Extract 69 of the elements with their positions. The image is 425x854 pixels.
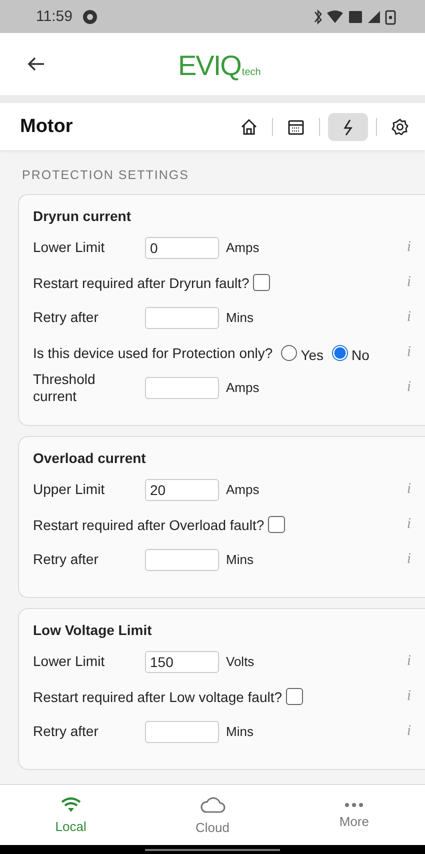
field-label: Retry after (33, 551, 100, 568)
calendar-icon (287, 118, 305, 136)
section-heading: PROTECTION SETTINGS (21, 167, 190, 184)
unit-label: Mins (226, 552, 254, 567)
field-value: 0 (150, 240, 158, 256)
bluetooth-icon (314, 8, 322, 24)
volte-icon (349, 10, 362, 22)
input-field[interactable] (145, 548, 219, 570)
wifi-signal-icon (327, 10, 343, 22)
unit-label: Mins (226, 724, 254, 739)
card-title: Low Voltage Limit (33, 621, 153, 640)
app-notification-icon (82, 8, 98, 24)
info-icon[interactable]: i (403, 551, 415, 568)
checkbox-label: Restart required after Low voltage fault? (33, 688, 282, 704)
card-title: Dryrun current (33, 207, 132, 226)
info-icon[interactable]: i (403, 239, 415, 256)
field-label: Retry after (33, 723, 100, 740)
info-icon[interactable]: i (403, 688, 415, 705)
radio-button[interactable] (280, 344, 297, 360)
settings-icon (391, 118, 409, 136)
input-field[interactable]: 150 (145, 650, 219, 672)
info-icon[interactable]: i (403, 344, 415, 361)
page-title: Motor (20, 116, 73, 138)
info-icon[interactable]: i (403, 516, 415, 533)
home-icon (240, 118, 258, 136)
field-value: 20 (150, 482, 166, 498)
unit-label: Volts (226, 654, 254, 669)
checkbox-label: Restart required after Dryrun fault? (33, 274, 250, 290)
info-icon[interactable]: i (403, 723, 415, 740)
card-title: Overload current (33, 449, 147, 468)
checkbox-label: Restart required after Overload fault? (33, 516, 264, 532)
unit-label: Mins (226, 310, 254, 325)
input-field[interactable]: 20 (145, 478, 219, 500)
info-icon[interactable]: i (403, 481, 415, 498)
field-label: Retry after (33, 309, 100, 326)
info-icon[interactable]: i (403, 379, 415, 396)
checkbox[interactable] (286, 688, 304, 705)
field-label: Upper Limit (33, 481, 106, 498)
info-icon[interactable]: i (403, 309, 415, 326)
input-field[interactable] (145, 306, 219, 328)
radio-label: No (352, 346, 370, 362)
radio-label: Yes (300, 346, 324, 362)
unit-label: Amps (226, 240, 260, 255)
status-time: 11:59 (36, 8, 72, 25)
logo: EVIQtech (178, 50, 261, 82)
cell-signal-icon (368, 10, 380, 22)
more-icon (344, 802, 364, 808)
checkbox[interactable] (268, 516, 286, 533)
unit-label: Amps (226, 482, 260, 497)
wifi-icon (60, 796, 82, 812)
input-field[interactable] (145, 720, 219, 742)
question-label: Is this device used for Protection only? (33, 344, 273, 360)
nav-tab[interactable]: Cloud (142, 785, 284, 845)
nav-tab[interactable]: More (283, 785, 425, 845)
field-label: Lower Limit (33, 239, 106, 256)
field-label: Threshold current (33, 371, 96, 404)
unit-label: Amps (226, 380, 260, 395)
battery-icon (385, 10, 396, 24)
info-icon[interactable]: i (403, 653, 415, 670)
field-label: Lower Limit (33, 653, 106, 670)
radio-button[interactable] (332, 344, 348, 360)
nav-tab[interactable]: Local (0, 785, 142, 845)
cloud-icon (198, 796, 226, 814)
info-icon[interactable]: i (403, 274, 415, 291)
lightning-button[interactable] (328, 112, 368, 140)
checkbox[interactable] (253, 274, 270, 291)
field-value: 150 (150, 654, 174, 670)
input-field[interactable] (145, 376, 219, 398)
input-field[interactable]: 0 (145, 236, 219, 258)
